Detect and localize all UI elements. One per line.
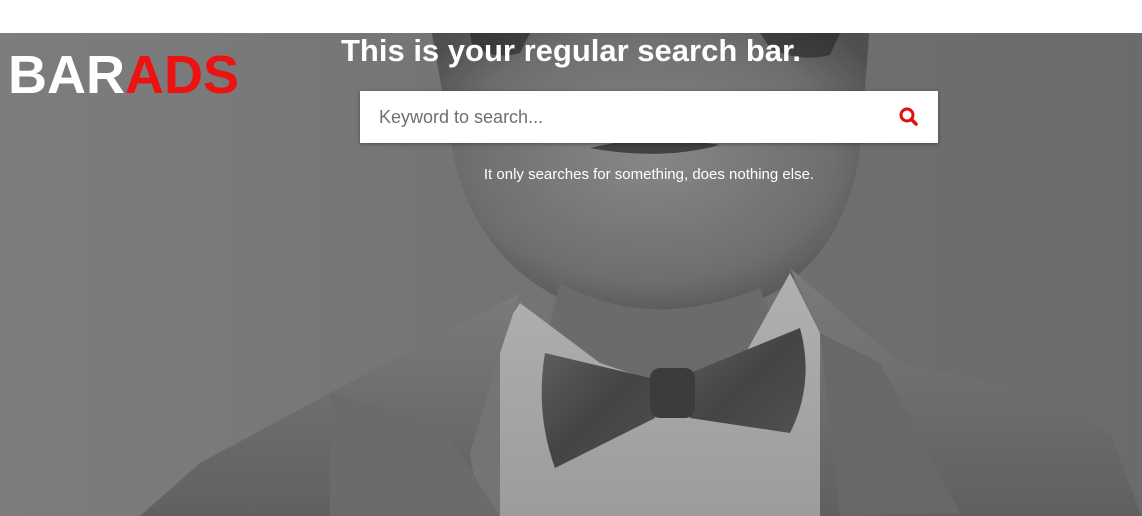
search-icon: [899, 107, 918, 126]
logo-text-bar: BAR: [8, 45, 125, 105]
logo-line-search: SEARCH: [8, 0, 237, 35]
search-input[interactable]: [360, 91, 880, 143]
logo-text-ads: ADS: [125, 45, 240, 105]
search-tagline: It only searches for something, does not…: [483, 166, 815, 183]
search-button[interactable]: [890, 101, 926, 133]
logo[interactable]: SEARCH BARADS: [8, 0, 268, 102]
search-bar: [360, 91, 938, 143]
logo-line-barads: BARADS: [8, 48, 239, 102]
